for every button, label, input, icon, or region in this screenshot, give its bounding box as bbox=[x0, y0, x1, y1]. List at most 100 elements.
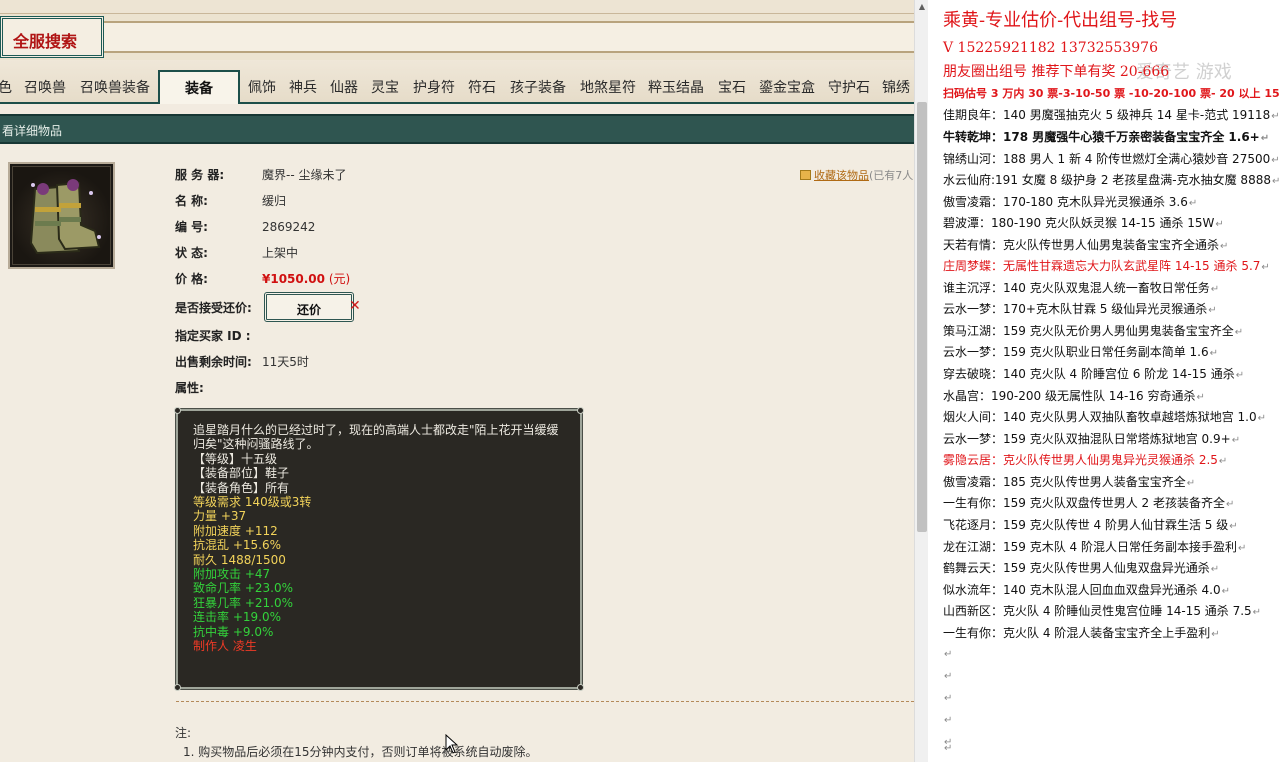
notepad-line: 扫码估号 3 万内 30 票-3-10-50 票 -10-20-100 票- 2… bbox=[943, 85, 1280, 101]
tooltip-line: 追星踏月什么的已经过时了，现在的高端人士都改走"陌上花开当缓缓 bbox=[193, 423, 559, 437]
notepad-line: 一生有你：159 克火队双盘传世男人 2 老孩装备齐全↵ bbox=[943, 494, 1234, 511]
remaining-row: 出售剩余时间: 11天5时 bbox=[175, 353, 309, 370]
tooltip-line: 附加速度 +112 bbox=[193, 523, 278, 538]
buyer-row: 指定买家 ID : bbox=[175, 327, 262, 344]
notepad-line: 碧波潭：180-190 克火队妖灵猴 14-15 通杀 15W↵ bbox=[943, 214, 1224, 231]
favorite-label[interactable]: 收藏该物品 bbox=[814, 169, 869, 182]
notepad-line-text: 庄周梦蝶：无属性甘霖遗忘大力队玄武星阵 14-15 通杀 5.7 bbox=[943, 259, 1261, 273]
paragraph-mark-icon: ↵ bbox=[1252, 607, 1262, 618]
favorite-count: (已有7人 bbox=[869, 169, 914, 182]
scroll-up-icon[interactable]: ▲ bbox=[917, 2, 927, 12]
notepad-line-text: 牛转乾坤：178 男魔强牛心猿千万亲密装备宝宝齐全 1.6+ bbox=[943, 130, 1260, 144]
id-row: 编 号: 2869242 bbox=[175, 218, 315, 235]
tab-0[interactable]: 色 bbox=[0, 77, 12, 97]
paragraph-mark-icon: ↵ bbox=[1186, 478, 1196, 489]
notepad-line-text: 鹤舞云天：159 克火队传世男人仙鬼双盘异光通杀 bbox=[943, 561, 1210, 575]
tab-8[interactable]: 护身符 bbox=[413, 77, 457, 97]
notepad-line: 牛转乾坤：178 男魔强牛心猿千万亲密装备宝宝齐全 1.6+↵ bbox=[943, 128, 1269, 145]
paragraph-mark-icon: ↵ bbox=[944, 743, 953, 755]
paragraph-mark-icon: ↵ bbox=[1225, 499, 1235, 510]
notepad-line: ↵ bbox=[943, 712, 952, 726]
notepad-line: 锦绣山河：188 男人 1 新 4 阶传世燃灯全满心猿妙音 27500↵ bbox=[943, 150, 1280, 167]
paragraph-mark-icon: ↵ bbox=[1271, 176, 1280, 187]
paragraph-mark-icon: ↵ bbox=[1221, 586, 1231, 597]
tooltip-line: 附加攻击 +47 bbox=[193, 567, 271, 582]
tab-13[interactable]: 宝石 bbox=[718, 77, 748, 97]
notepad-line-text: 谁主沉浮：140 克火队双鬼混人统一畜牧日常任务 bbox=[943, 281, 1210, 295]
attr-label: 属性: bbox=[175, 381, 204, 395]
remaining-value: 11天5时 bbox=[262, 355, 309, 369]
notepad-line-text: 锦绣山河：188 男人 1 新 4 阶传世燃灯全满心猿妙音 27500 bbox=[943, 152, 1271, 166]
item-detail: 服 务 器: 魔界-- 尘缘未了 名 称: 缓归 编 号: 2869242 状 态: 上… bbox=[0, 146, 914, 762]
tooltip-line: 抗混乱 +15.6% bbox=[193, 538, 281, 553]
attr-row: 属性: bbox=[175, 379, 262, 396]
page-scrollbar[interactable]: ▲ bbox=[914, 0, 928, 762]
paragraph-mark-icon: ↵ bbox=[944, 715, 953, 726]
price-unit: (元) bbox=[328, 272, 351, 286]
category-tabs: 色召唤兽 召唤兽装备 装备 佩饰 神兵 仙器 灵宝 护身符 符石 孩子装备 地煞星符 粹玉结晶 宝石 鎏金… bbox=[0, 60, 914, 104]
tab-11[interactable]: 地煞星符 bbox=[580, 77, 638, 97]
tab-5[interactable]: 神兵 bbox=[289, 77, 319, 97]
notepad-line-text: 傲雪凌霜：170-180 克木队异光灵猴通杀 3.6 bbox=[943, 195, 1188, 209]
paragraph-mark-icon: ↵ bbox=[944, 649, 953, 660]
tab-3[interactable]: 装备 bbox=[158, 70, 240, 104]
tooltip-line: 致命几率 +23.0% bbox=[193, 581, 293, 596]
tooltip-line: 连击率 +19.0% bbox=[193, 610, 281, 625]
notepad-line-text: 云水一梦：159 克火队职业日常任务副本简单 1.6 bbox=[943, 345, 1209, 359]
favorite-link[interactable]: 收藏该物品(已有7人 bbox=[800, 167, 913, 183]
server-search-button[interactable]: 全服搜索 bbox=[0, 16, 104, 58]
notepad-line-text: 水晶宫：190-200 级无属性队 14-16 穷奇通杀 bbox=[943, 389, 1196, 403]
tab-12[interactable]: 粹玉结晶 bbox=[648, 77, 706, 97]
paragraph-mark-icon: ↵ bbox=[1196, 392, 1205, 403]
corner-ornament bbox=[174, 684, 181, 691]
folder-icon bbox=[800, 170, 811, 180]
search-field[interactable] bbox=[104, 21, 914, 53]
price-row: 价 格: ¥1050.00 (元) bbox=[175, 270, 350, 287]
notepad-line-text: 龙在江湖：159 克木队 4 阶混人日常任务副本接手盈利 bbox=[943, 540, 1237, 554]
notepad-line: 佳期良年：140 男魔强抽克火 5 级神兵 14 星卡-范式 19118↵ bbox=[943, 106, 1280, 123]
status-value: 上架中 bbox=[262, 246, 299, 260]
notepad-line: 飞花逐月：159 克火队传世 4 阶男人仙甘霖生活 5 级↵ bbox=[943, 516, 1238, 533]
notepad-line: V 15225921182 13732553976 bbox=[943, 40, 1158, 56]
tooltip-line: 【装备角色】所有 bbox=[193, 480, 290, 495]
tab-15[interactable]: 守护石 bbox=[828, 77, 872, 97]
counter-label: 是否接受还价: bbox=[175, 301, 252, 315]
paragraph-mark-icon: ↵ bbox=[1209, 348, 1219, 359]
scroll-thumb[interactable] bbox=[917, 102, 927, 532]
tab-14[interactable]: 鎏金宝盒 bbox=[759, 77, 817, 97]
boots-icon bbox=[29, 179, 101, 255]
notepad-line: 傲雪凌霜：170-180 克木队异光灵猴通杀 3.6↵ bbox=[943, 193, 1197, 210]
tab-6[interactable]: 仙器 bbox=[330, 77, 360, 97]
notepad-line-text: 水云仙府:191 女魔 8 级护身 2 老孩星盘满-克水抽女魔 8888 bbox=[943, 173, 1271, 187]
notepad-line-text: 扫码估号 3 万内 30 票-3-10-50 票 -10-20-100 票- 2… bbox=[943, 87, 1280, 100]
tooltip-line: 抗中毒 +9.0% bbox=[193, 624, 274, 639]
notes-title: 注: bbox=[175, 726, 192, 740]
name-label: 名 称: bbox=[175, 194, 208, 208]
tab-7[interactable]: 灵宝 bbox=[371, 77, 401, 97]
notepad-line: 朋友圈出组号 推荐下单有奖 20-666 bbox=[943, 61, 1169, 81]
tab-16[interactable]: 锦绣 bbox=[882, 77, 912, 97]
tab-9[interactable]: 符石 bbox=[468, 77, 498, 97]
item-image bbox=[8, 162, 115, 269]
counter-offer-label: 还价 bbox=[296, 303, 321, 317]
price-value: ¥1050.00 bbox=[262, 272, 326, 286]
notepad-line: 水云仙府:191 女魔 8 级护身 2 老孩星盘满-克水抽女魔 8888↵ bbox=[943, 171, 1280, 188]
notepad-line-text: 飞花逐月：159 克火队传世 4 阶男人仙甘霖生活 5 级 bbox=[943, 518, 1229, 532]
tooltip-line: 【装备部位】鞋子 bbox=[193, 466, 290, 481]
tab-2[interactable]: 召唤兽装备 bbox=[80, 77, 152, 97]
notepad-line-text: 云水一梦：170+克木队甘霖 5 级仙异光灵猴通杀 bbox=[943, 302, 1208, 316]
server-search-label: 全服搜索 bbox=[13, 32, 78, 51]
status-row: 状 态: 上架中 bbox=[175, 244, 298, 261]
corner-ornament bbox=[174, 407, 181, 414]
trade-page: 全服搜索 色召唤兽 召唤兽装备 装备 佩饰 神兵 仙器 灵宝 护身符 符石 孩子装备 地煞星符 粹玉结… bbox=[0, 0, 914, 762]
notepad-line: 一生有你：克火队 4 阶混人装备宝宝齐全上手盈利↵ bbox=[943, 624, 1220, 641]
tab-10[interactable]: 孩子装备 bbox=[510, 77, 568, 97]
server-label: 服 务 器: bbox=[175, 168, 225, 182]
notepad-line: 龙在江湖：159 克木队 4 阶混人日常任务副本接手盈利↵ bbox=[943, 538, 1246, 555]
tab-1[interactable]: 召唤兽 bbox=[24, 77, 68, 97]
server-value: 魔界-- 尘缘未了 bbox=[262, 168, 347, 182]
notepad-line: 水晶宫：190-200 级无属性队 14-16 穷奇通杀↵ bbox=[943, 387, 1205, 404]
paragraph-mark-icon: ↵ bbox=[1211, 629, 1220, 640]
tab-4[interactable]: 佩饰 bbox=[248, 77, 278, 97]
counter-offer-button[interactable]: 还价 bbox=[264, 292, 354, 322]
